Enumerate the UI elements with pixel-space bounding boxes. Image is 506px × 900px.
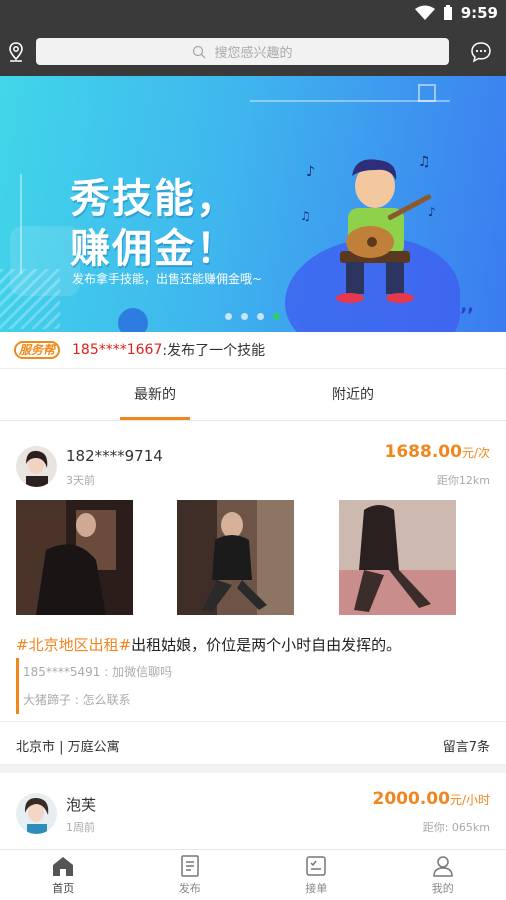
search-placeholder: 搜您感兴趣的 <box>214 46 293 61</box>
post-username[interactable]: 泡芙 <box>66 794 96 815</box>
location-icon[interactable] <box>6 41 26 63</box>
post-price: 1688.00元/次 <box>385 442 490 462</box>
banner-decoration <box>0 269 60 329</box>
wifi-icon <box>414 5 435 20</box>
svg-text:♫: ♫ <box>300 209 311 223</box>
post-body: 出租姑娘，价位是两个小时自由发挥的。 <box>131 636 402 654</box>
banner-title-line2: 赚佣金！ <box>70 226 238 272</box>
service-logo: 服务帮 <box>14 341 61 359</box>
quote-mark: ,, <box>460 295 474 316</box>
comment-count[interactable]: 留言7条 <box>443 736 490 755</box>
banner-title: 秀技能， 赚佣金！ <box>70 174 238 274</box>
activity-notice[interactable]: 服务帮 185****1667 :发布了一个技能 <box>0 332 506 369</box>
avatar[interactable] <box>16 793 57 834</box>
search-input[interactable]: 搜您感兴趣的 <box>36 38 449 65</box>
battery-icon <box>443 5 452 20</box>
post-card[interactable]: 182****9714 3天前 1688.00元/次 距你12km #北京地区出… <box>0 422 506 765</box>
comment-item[interactable]: 185****5491 : 加微信聊吗 <box>23 658 486 686</box>
post-card[interactable]: 泡芙 1周前 2000.00元/小时 距你: 065km <box>0 773 506 849</box>
carousel-dots[interactable] <box>225 313 280 320</box>
profile-icon <box>432 856 453 877</box>
avatar[interactable] <box>16 446 57 487</box>
banner-decoration <box>20 174 22 274</box>
comment-list: 185****5491 : 加微信聊吗 大猪蹄子 : 怎么联系 <box>16 658 486 714</box>
feed-tabs: 最新的 附近的 <box>0 370 506 421</box>
bottom-nav: 首页 发布 接单 我的 <box>0 849 506 900</box>
status-bar: 9:59 <box>0 0 506 28</box>
price-unit: 元/次 <box>461 446 490 460</box>
top-bar: 搜您感兴趣的 <box>0 28 506 76</box>
search-icon <box>193 45 206 58</box>
post-content[interactable]: #北京地区出租#出租姑娘，价位是两个小时自由发挥的。 <box>16 634 401 655</box>
nav-profile[interactable]: 我的 <box>380 850 506 900</box>
post-distance: 距你: 065km <box>422 821 490 834</box>
post-photo[interactable] <box>16 500 133 615</box>
banner-title-line1: 秀技能， <box>70 176 238 222</box>
tab-latest[interactable]: 最新的 <box>120 370 190 420</box>
post-distance: 距你12km <box>436 474 490 487</box>
price-unit: 元/小时 <box>449 793 490 807</box>
nav-publish[interactable]: 发布 <box>127 850 254 900</box>
orders-icon <box>306 856 326 876</box>
publish-icon <box>181 855 199 877</box>
tab-latest-label: 最新的 <box>134 387 176 403</box>
nav-label: 我的 <box>431 882 454 895</box>
banner-decoration <box>250 100 450 102</box>
svg-text:♫: ♫ <box>418 154 431 170</box>
nav-home[interactable]: 首页 <box>0 850 127 900</box>
home-icon <box>53 857 74 876</box>
banner-subtitle: 发布拿手技能，出售还能赚佣金哦~ <box>72 272 263 286</box>
notice-text: :发布了一个技能 <box>162 343 266 359</box>
promo-banner[interactable]: 秀技能， 赚佣金！ 发布拿手技能，出售还能赚佣金哦~ ♪ ♫ ♪ ♫ ,, <box>0 76 506 332</box>
carousel-dot[interactable] <box>241 313 248 320</box>
tab-active-indicator <box>120 417 190 420</box>
post-time: 1周前 <box>66 821 95 834</box>
post-location: 北京市 | 万庭公寓 <box>16 740 120 755</box>
guitar-player-illustration: ♪ ♫ ♪ ♫ <box>300 154 436 303</box>
banner-decoration <box>118 308 148 332</box>
post-tag[interactable]: #北京地区出租# <box>16 636 131 654</box>
nav-orders[interactable]: 接单 <box>253 850 380 900</box>
post-price: 2000.00元/小时 <box>373 789 490 809</box>
tab-nearby-label: 附近的 <box>332 387 374 403</box>
tab-nearby[interactable]: 附近的 <box>318 370 388 420</box>
section-divider <box>0 765 506 773</box>
nav-label: 首页 <box>52 882 75 895</box>
carousel-dot[interactable] <box>257 313 264 320</box>
carousel-dot-active[interactable] <box>273 313 280 320</box>
comment-item[interactable]: 大猪蹄子 : 怎么联系 <box>23 686 486 714</box>
carousel-dot[interactable] <box>225 313 232 320</box>
svg-text:♪: ♪ <box>306 164 315 180</box>
post-photo[interactable] <box>177 500 294 615</box>
price-value: 1688.00 <box>384 442 462 462</box>
post-username[interactable]: 182****9714 <box>66 447 163 465</box>
price-value: 2000.00 <box>372 789 450 809</box>
notice-phone: 185****1667 <box>72 342 163 358</box>
post-photo[interactable] <box>339 500 456 615</box>
nav-label: 接单 <box>305 882 328 895</box>
message-icon[interactable] <box>470 41 492 63</box>
nav-label: 发布 <box>178 882 201 895</box>
post-time: 3天前 <box>66 474 95 487</box>
clock: 9:59 <box>460 4 498 22</box>
svg-text:♪: ♪ <box>428 205 436 219</box>
post-footer: 北京市 | 万庭公寓 留言7条 <box>0 721 506 765</box>
